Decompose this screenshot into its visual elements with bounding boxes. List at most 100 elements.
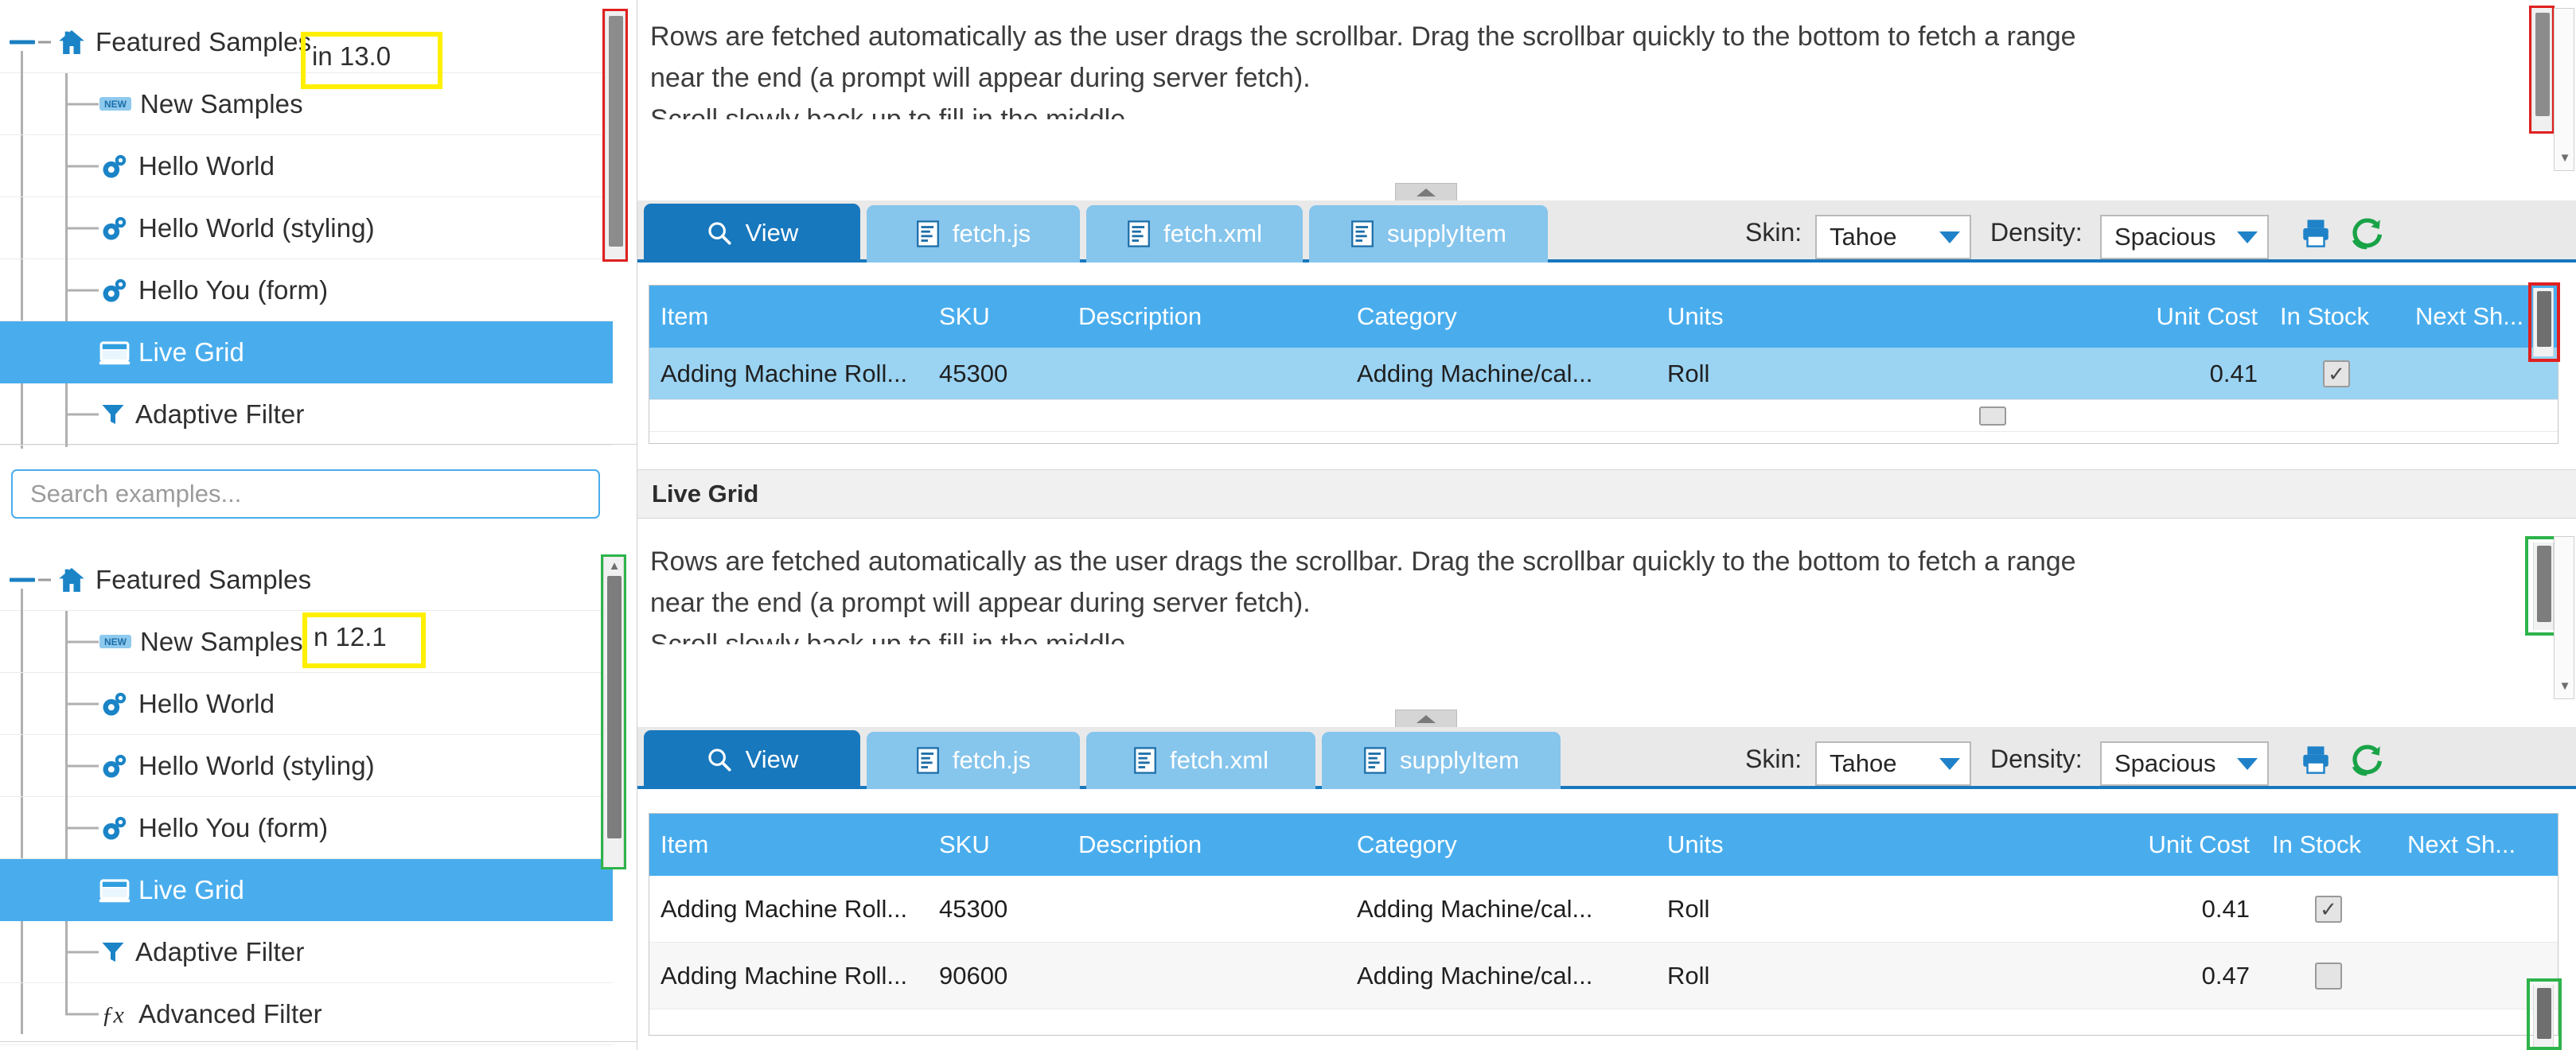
bottom-grid-scrollbar-thumb[interactable]	[2537, 988, 2551, 1039]
tree-item-hello-world[interactable]: Hello World	[0, 673, 613, 737]
tree-item-hello-you-form[interactable]: Hello You (form)	[0, 259, 613, 323]
grid-column-header-item[interactable]: Item	[649, 302, 928, 331]
grid-column-header-unit-cost[interactable]: Unit Cost	[1998, 830, 2261, 859]
in-stock-checkbox[interactable]	[2315, 962, 2342, 990]
tree-item-label: Live Grid	[138, 874, 244, 904]
tree-item-featured-samples[interactable]: Featured Samples	[0, 549, 613, 1034]
density-value: Spacious	[2114, 749, 2216, 777]
grid-column-header-description[interactable]: Description	[1067, 302, 1346, 331]
tree-item-advanced-filter[interactable]: ƒx Advanced Filter	[0, 983, 613, 1045]
bottom-desc-scrollbar-track[interactable]: ▼	[2554, 536, 2574, 699]
top-desc-scrollbar-track[interactable]: ▼	[2554, 8, 2574, 171]
tree-item-new-samples[interactable]: NEW New Samples	[0, 73, 613, 137]
description-line-2: near the end (a prompt will appear durin…	[650, 63, 1311, 93]
tree-item-hello-world[interactable]: Hello World	[0, 135, 613, 199]
tree-item-adaptive-filter[interactable]: Adaptive Filter	[0, 921, 613, 985]
description-line-3: Scroll slowly back up to fill in the mid…	[650, 104, 1133, 119]
tab-view[interactable]: View	[644, 730, 860, 789]
gears-icon	[99, 150, 131, 182]
tree-item-hello-world-styling[interactable]: Hello World (styling)	[0, 197, 613, 261]
tab-fetch-xml[interactable]: fetch.xml	[1086, 732, 1315, 789]
grid-column-header-in-stock[interactable]: In Stock	[2269, 302, 2404, 331]
tree-item-hello-world-styling[interactable]: Hello World (styling)	[0, 735, 613, 799]
top-tree-scrollbar-thumb[interactable]	[609, 16, 623, 247]
grid-column-header-category[interactable]: Category	[1346, 302, 1656, 331]
grid-column-header-sku[interactable]: SKU	[928, 830, 1067, 859]
description-line-1: Rows are fetched automatically as the us…	[650, 546, 2076, 577]
grid-column-header-description[interactable]: Description	[1067, 830, 1346, 859]
tree-collapse-toggle[interactable]	[10, 578, 35, 581]
tree-collapse-toggle[interactable]	[10, 40, 35, 44]
in-stock-checkbox[interactable]	[1979, 406, 2006, 426]
skin-select[interactable]: Tahoe	[1815, 215, 1971, 259]
tab-fetch-xml[interactable]: fetch.xml	[1086, 205, 1303, 262]
grid-column-header-unit-cost[interactable]: Unit Cost	[2006, 302, 2269, 331]
top-example-description: Rows are fetched automatically as the us…	[644, 0, 2498, 175]
bottom-desc-scrollbar-thumb[interactable]	[2537, 546, 2551, 622]
new-badge-icon: NEW	[99, 94, 132, 115]
search-input[interactable]: Search examples...	[11, 469, 600, 519]
tab-fetch-js[interactable]: fetch.js	[867, 732, 1080, 789]
gears-icon	[99, 812, 131, 844]
top-tree-scrollbar[interactable]	[602, 9, 628, 262]
grid-column-header-units[interactable]: Units	[1656, 302, 2006, 331]
refresh-icon[interactable]	[2350, 743, 2383, 776]
density-label: Density:	[1990, 218, 2083, 247]
top-grid-scrollbar-thumb[interactable]	[2537, 291, 2551, 347]
scroll-down-arrow-icon[interactable]: ▼	[2557, 150, 2573, 166]
tree-item-label: Hello You (form)	[138, 812, 329, 842]
grid-column-header-in-stock[interactable]: In Stock	[2261, 830, 2396, 859]
in-stock-checkbox[interactable]: ✓	[2323, 360, 2350, 387]
bottom-tree-scrollbar[interactable]: ▲	[601, 554, 626, 869]
table-row[interactable]: Adding Machine Roll... 45300 Adding Mach…	[649, 876, 2558, 943]
tab-supply-item[interactable]: supplyItem	[1309, 205, 1548, 262]
right-panel: Rows are fetched automatically as the us…	[637, 0, 2576, 1050]
bottom-desc-scrollbar[interactable]	[2533, 542, 2554, 630]
table-row[interactable]: Adding Machine Roll... 90600 Adding Mach…	[649, 943, 2558, 1009]
tree-item-label: Hello World (styling)	[138, 750, 375, 780]
tree-connector-dash	[38, 41, 51, 43]
tab-view[interactable]: View	[644, 204, 860, 262]
top-grid-scrollbar[interactable]	[2533, 288, 2554, 356]
bottom-collapse-handle[interactable]	[1395, 710, 1457, 727]
tree-item-new-samples[interactable]: NEW New Samples	[0, 611, 613, 675]
scroll-down-arrow-icon[interactable]: ▼	[2557, 679, 2573, 694]
bottom-tree-scrollbar-thumb[interactable]	[607, 576, 622, 838]
bottom-example-description: Rows are fetched automatically as the us…	[644, 525, 2498, 700]
top-collapse-handle[interactable]	[1395, 183, 1457, 200]
refresh-icon[interactable]	[2350, 216, 2383, 250]
grid-column-header-category[interactable]: Category	[1346, 830, 1656, 859]
cell-units: Roll	[1667, 894, 1710, 923]
grid-column-header-units[interactable]: Units	[1656, 830, 1998, 859]
grid-column-header-item[interactable]: Item	[649, 830, 928, 859]
tree-item-live-grid[interactable]: Live Grid	[0, 859, 613, 921]
tree-item-adaptive-filter[interactable]: Adaptive Filter	[0, 383, 613, 447]
scroll-up-arrow-icon[interactable]: ▲	[606, 558, 622, 574]
tab-fetch-js[interactable]: fetch.js	[867, 205, 1080, 262]
in-stock-checkbox[interactable]: ✓	[2315, 895, 2342, 923]
tab-label: View	[745, 219, 799, 247]
top-example-grid: Item SKU Description Category Units Unit…	[649, 285, 2558, 444]
tree-item-live-grid[interactable]: Live Grid	[0, 321, 613, 383]
cell-in-stock: ✓	[2269, 360, 2404, 387]
top-desc-scrollbar[interactable]	[2529, 6, 2555, 134]
density-select[interactable]: Spacious	[2100, 741, 2269, 786]
top-tree-list: Featured Samples NEW New Samples Hello W…	[0, 11, 613, 449]
top-desc-scrollbar-thumb[interactable]	[2535, 13, 2550, 116]
bottom-grid-scrollbar[interactable]	[2533, 985, 2554, 1047]
grid-column-header-next-ship[interactable]: Next Sh...	[2404, 302, 2547, 331]
printer-icon[interactable]	[2299, 216, 2332, 250]
density-select[interactable]: Spacious	[2100, 215, 2269, 259]
cell-unit-cost: 0.47	[2201, 961, 2250, 990]
tree-item-hello-you-form[interactable]: Hello You (form)	[0, 797, 613, 861]
table-row[interactable]	[649, 400, 2558, 432]
skin-label: Skin:	[1745, 218, 1802, 247]
tree-item-featured-samples[interactable]: Featured Samples	[0, 11, 613, 449]
table-row[interactable]: Adding Machine Roll... 45300 Adding Mach…	[649, 348, 2558, 400]
tab-supply-item[interactable]: supplyItem	[1322, 732, 1561, 789]
grid-column-header-next-ship[interactable]: Next Sh...	[2396, 830, 2547, 859]
skin-select[interactable]: Tahoe	[1815, 741, 1971, 786]
grid-column-header-sku[interactable]: SKU	[928, 302, 1067, 331]
grid-header-row: Item SKU Description Category Units Unit…	[649, 814, 2558, 876]
printer-icon[interactable]	[2299, 743, 2332, 776]
